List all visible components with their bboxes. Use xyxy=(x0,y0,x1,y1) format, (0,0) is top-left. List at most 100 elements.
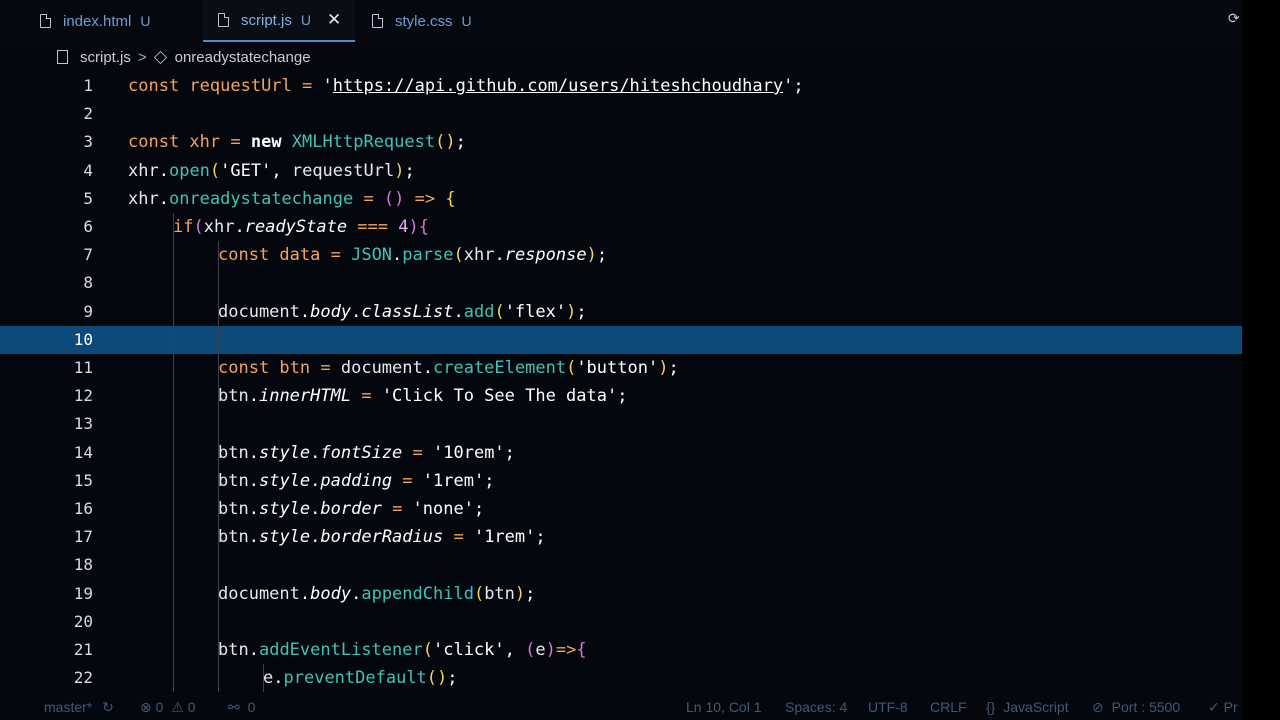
code-line[interactable]: 14 btn.style.fontSize = '10rem'; xyxy=(0,438,1242,467)
close-icon[interactable]: ✕ xyxy=(327,10,341,30)
code-token: () xyxy=(426,668,448,689)
code-line[interactable]: 4 xhr.open('GET', requestUrl); xyxy=(0,157,1242,185)
problems-indicator[interactable]: ⊗ 0 ⚠ 0 xyxy=(140,692,196,720)
code-line[interactable]: 3 const xhr = new XMLHttpRequest(); xyxy=(0,128,1242,156)
code-line[interactable]: 19 document.body.appendChild(btn); xyxy=(0,579,1242,608)
code-token: e xyxy=(263,668,274,689)
code-token: ; xyxy=(596,245,608,266)
code-line[interactable]: 22 e.preventDefault(); xyxy=(0,664,1242,692)
breadcrumb-symbol[interactable]: onreadystatechange xyxy=(175,49,311,66)
code-token: createElement xyxy=(433,358,567,378)
live-server-port[interactable]: ⊘ Port : 5500 xyxy=(1092,692,1180,720)
tab-style-css[interactable]: style.css U xyxy=(372,0,512,42)
code-line[interactable]: 6 if(xhr.readyState === 4){ xyxy=(0,213,1242,242)
code-token: . xyxy=(273,668,284,689)
warning-count: 0 xyxy=(187,699,196,715)
code-token: JSON xyxy=(351,245,393,266)
tab-index-html[interactable]: index.html U xyxy=(40,0,200,42)
line-ending[interactable]: CRLF xyxy=(930,692,967,720)
prettier-indicator[interactable]: ✓ Pr xyxy=(1208,692,1238,720)
line-number: 17 xyxy=(73,527,93,547)
code-token: = xyxy=(402,442,434,463)
code-token: ( xyxy=(566,358,577,378)
code-line[interactable]: 7 const data = JSON.parse(xhr.response); xyxy=(0,241,1242,270)
sync-icon[interactable]: ↻ xyxy=(102,699,114,715)
code-token: . xyxy=(299,301,311,322)
code-line[interactable]: 20 xyxy=(0,607,1242,636)
code-token: = xyxy=(291,76,323,96)
code-token: ; xyxy=(504,442,515,463)
code-token: xhr xyxy=(128,160,159,181)
file-icon xyxy=(57,50,68,64)
indent-guide xyxy=(173,607,174,636)
code-line[interactable]: 18 xyxy=(0,551,1242,580)
indent-guide xyxy=(218,607,219,636)
code-token: . xyxy=(158,188,169,209)
code-token: const xyxy=(218,358,280,378)
code-token: btn xyxy=(218,442,249,463)
ports-count: 0 xyxy=(247,699,256,715)
code-line[interactable]: 15 btn.style.padding = '1rem'; xyxy=(0,466,1242,495)
indent-guide xyxy=(173,410,174,439)
breadcrumb: script.js > onreadystatechange xyxy=(0,42,1242,72)
branch-indicator[interactable]: master* ↻ xyxy=(44,692,114,720)
editor-window: index.html U script.js U ✕ style.css U s… xyxy=(0,0,1242,720)
code-token: btn xyxy=(279,358,311,378)
code-line[interactable]: 17 btn.style.borderRadius = '1rem'; xyxy=(0,523,1242,552)
code-line[interactable]: 21 btn.addEventListener('click', (e)=>{ xyxy=(0,636,1242,665)
ports-indicator[interactable]: ⚯ 0 xyxy=(228,692,255,720)
code-line[interactable]: 8 xyxy=(0,269,1242,298)
code-line[interactable]: 12 btn.innerHTML = 'Click To See The data… xyxy=(0,382,1242,411)
line-number: 14 xyxy=(73,442,93,462)
line-number: 11 xyxy=(73,358,93,377)
code-token: btn xyxy=(218,470,249,491)
code-token: document xyxy=(218,301,300,322)
indent-guide xyxy=(218,269,219,298)
code-text: document.body.appendChild(btn); xyxy=(218,580,535,608)
tab-script-js[interactable]: script.js U ✕ xyxy=(203,0,355,42)
code-line[interactable]: 9 document.body.classList.add('flex'); xyxy=(0,297,1242,326)
code-token: ) xyxy=(586,245,597,266)
code-token: 4 xyxy=(398,217,409,237)
indent-guide xyxy=(173,269,174,298)
code-line[interactable]: 5 xhr.onreadystatechange = () => { xyxy=(0,185,1242,213)
code-token: add xyxy=(463,301,495,322)
code-token: . xyxy=(453,301,464,322)
indent-guide xyxy=(173,664,174,692)
language-mode[interactable]: {} JavaScript xyxy=(986,692,1069,720)
indent-guide xyxy=(173,523,174,552)
indentation[interactable]: Spaces: 4 xyxy=(785,692,847,720)
code-line[interactable]: 13 xyxy=(0,410,1242,439)
code-text: btn.style.borderRadius = '1rem'; xyxy=(218,523,546,551)
code-line[interactable]: 1 const requestUrl = 'https://api.github.… xyxy=(0,72,1242,100)
code-token: e xyxy=(535,640,546,660)
breadcrumb-file[interactable]: script.js xyxy=(80,49,131,66)
code-text: if(xhr.readyState === 4){ xyxy=(173,213,429,241)
code-token: body xyxy=(310,583,352,604)
code-token: ) xyxy=(658,358,669,378)
code-token: . xyxy=(234,217,245,237)
code-line[interactable]: 10 xyxy=(0,325,1242,354)
code-token: . xyxy=(310,442,321,463)
code-token: onreadystatechange xyxy=(168,188,354,209)
indent-guide xyxy=(218,325,219,354)
branch-name: master* xyxy=(44,699,93,715)
code-token: btn xyxy=(218,527,249,548)
code-line[interactable]: 2 xyxy=(0,100,1242,128)
code-text: btn.style.border = 'none'; xyxy=(218,495,484,523)
code-line[interactable]: 11 const btn = document.createElement('bu… xyxy=(0,354,1242,383)
cursor-position[interactable]: Ln 10, Col 1 xyxy=(686,692,762,720)
code-editor[interactable]: 1 const requestUrl = 'https://api.github.… xyxy=(0,72,1242,692)
code-token: . xyxy=(310,499,321,519)
code-text: e.preventDefault(); xyxy=(263,664,458,692)
tab-bar: index.html U script.js U ✕ style.css U xyxy=(0,0,1242,42)
method-symbol-icon xyxy=(153,50,167,64)
code-line[interactable]: 16 btn.style.border = 'none'; xyxy=(0,495,1242,524)
code-token: xhr xyxy=(128,188,159,209)
code-token: ; xyxy=(455,132,466,153)
code-token: ; xyxy=(484,470,495,491)
code-token: appendChild xyxy=(361,583,474,604)
encoding[interactable]: UTF-8 xyxy=(868,692,908,720)
split-editor-icon[interactable]: ⟳ xyxy=(1228,10,1242,28)
line-number: 5 xyxy=(83,188,93,208)
